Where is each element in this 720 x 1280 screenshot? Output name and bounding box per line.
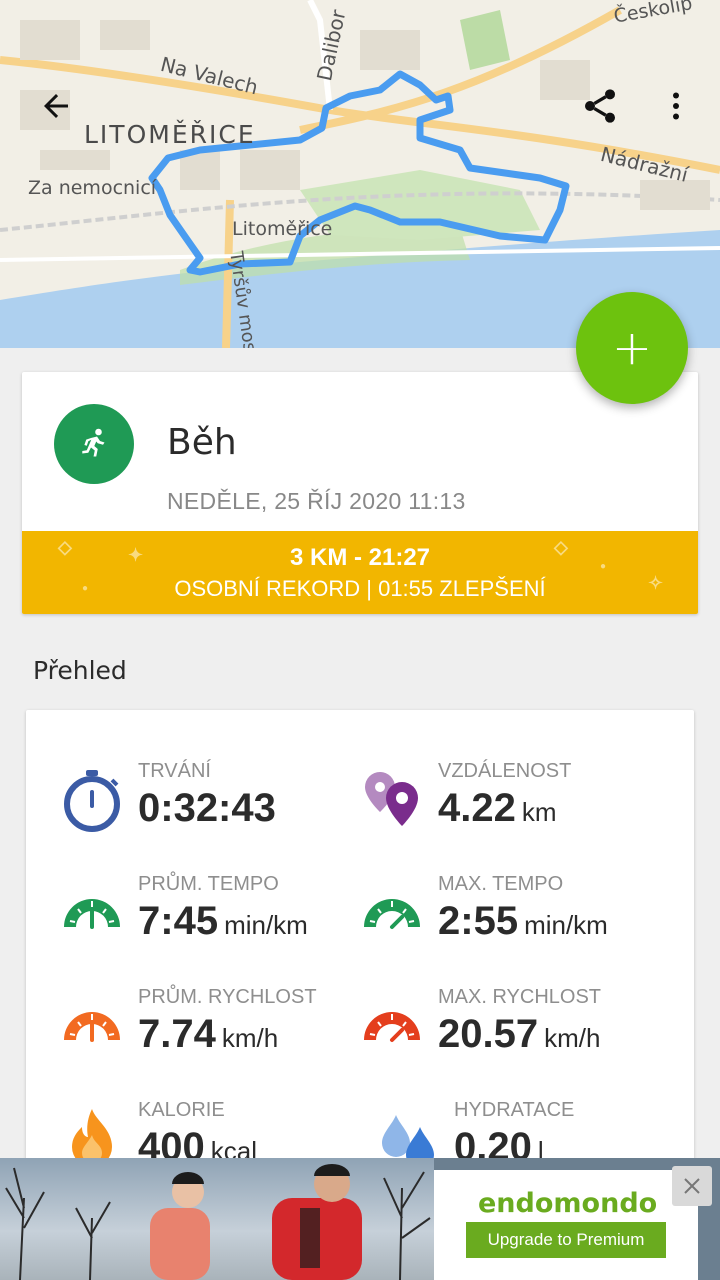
stat-label: MAX. TEMPO [438,873,564,895]
more-vert-icon [673,92,679,120]
personal-record-banner[interactable]: ◇ ✦ ● ◇ ● ✧ 3 KM - 21:27 OSOBNÍ REKORD |… [22,531,698,614]
upgrade-premium-button[interactable]: Upgrade to Premium [466,1222,666,1258]
stopwatch-icon [64,770,120,832]
workout-detail-screen: LITOMĚŘICE Na Valech Dalibor Za nemocnic… [0,0,720,1280]
activity-summary-card: Běh NEDĚLE, 25 ŘÍJ 2020 11:13 ◇ ✦ ● ◇ ● … [22,372,698,614]
add-button[interactable]: + [576,292,688,404]
overview-stats-card: TRVÁNÍ 0:32:43 VZDÁLENOST 4.22 km PRŮM. … [26,710,694,1170]
running-icon [54,404,134,484]
stat-value: 7.74 km/h [138,1012,279,1056]
plus-icon: + [611,320,653,376]
share-icon [585,89,615,123]
speedometer-green-icon [64,899,120,929]
map-street-label: Za nemocnicí [28,177,157,199]
stat-label: VZDÁLENOST [438,760,572,782]
location-pins-icon [365,772,418,826]
share-button[interactable] [576,82,624,130]
stat-value: 2:55 min/km [438,899,608,943]
speedometer-orange-icon [64,1012,120,1042]
stat-label: PRŮM. TEMPO [138,873,279,895]
activity-date: NEDĚLE, 25 ŘÍJ 2020 11:13 [167,488,466,514]
stat-max-speed: MAX. RYCHLOST 20.57 km/h [360,986,680,1086]
arrow-back-icon [44,94,68,118]
map-city-label: LITOMĚŘICE [84,120,256,149]
speedometer-green-max-icon [364,899,420,929]
ad-close-button[interactable] [672,1166,712,1206]
ad-panel: endomondo Upgrade to Premium [434,1170,698,1280]
record-distance-time: 3 KM - 21:27 [289,544,431,571]
stat-label: TRVÁNÍ [138,760,211,782]
stat-duration: TRVÁNÍ 0:32:43 [60,760,380,860]
stat-avg-pace: PRŮM. TEMPO 7:45 min/km [60,873,380,973]
stat-label: PRŮM. RYCHLOST [138,986,317,1008]
record-improvement: OSOBNÍ REKORD | 01:55 ZLEPŠENÍ [174,576,546,601]
stat-distance: VZDÁLENOST 4.22 km [360,760,680,860]
stat-max-pace: MAX. TEMPO 2:55 min/km [360,873,680,973]
overview-heading: Přehled [33,656,127,685]
sport-title: Běh [167,422,237,463]
close-ad-icon [684,1178,700,1194]
back-button[interactable] [32,82,80,130]
ad-banner[interactable]: endomondo Upgrade to Premium [0,1158,720,1280]
map-street-label: Litoměřice [232,218,333,240]
stat-label: MAX. RYCHLOST [438,986,601,1008]
ad-runners-image [0,1158,434,1280]
stat-value: 0:32:43 [138,786,276,830]
speedometer-red-icon [364,1012,420,1042]
stat-value: 4.22 km [438,786,557,830]
endomondo-logo: endomondo [478,1188,658,1219]
stat-value: 7:45 min/km [138,899,308,943]
stat-label: KALORIE [138,1099,225,1121]
more-options-button[interactable] [652,82,700,130]
stat-avg-speed: PRŮM. RYCHLOST 7.74 km/h [60,986,380,1086]
stat-label: HYDRATACE [454,1099,575,1121]
stat-value: 20.57 km/h [438,1012,601,1056]
